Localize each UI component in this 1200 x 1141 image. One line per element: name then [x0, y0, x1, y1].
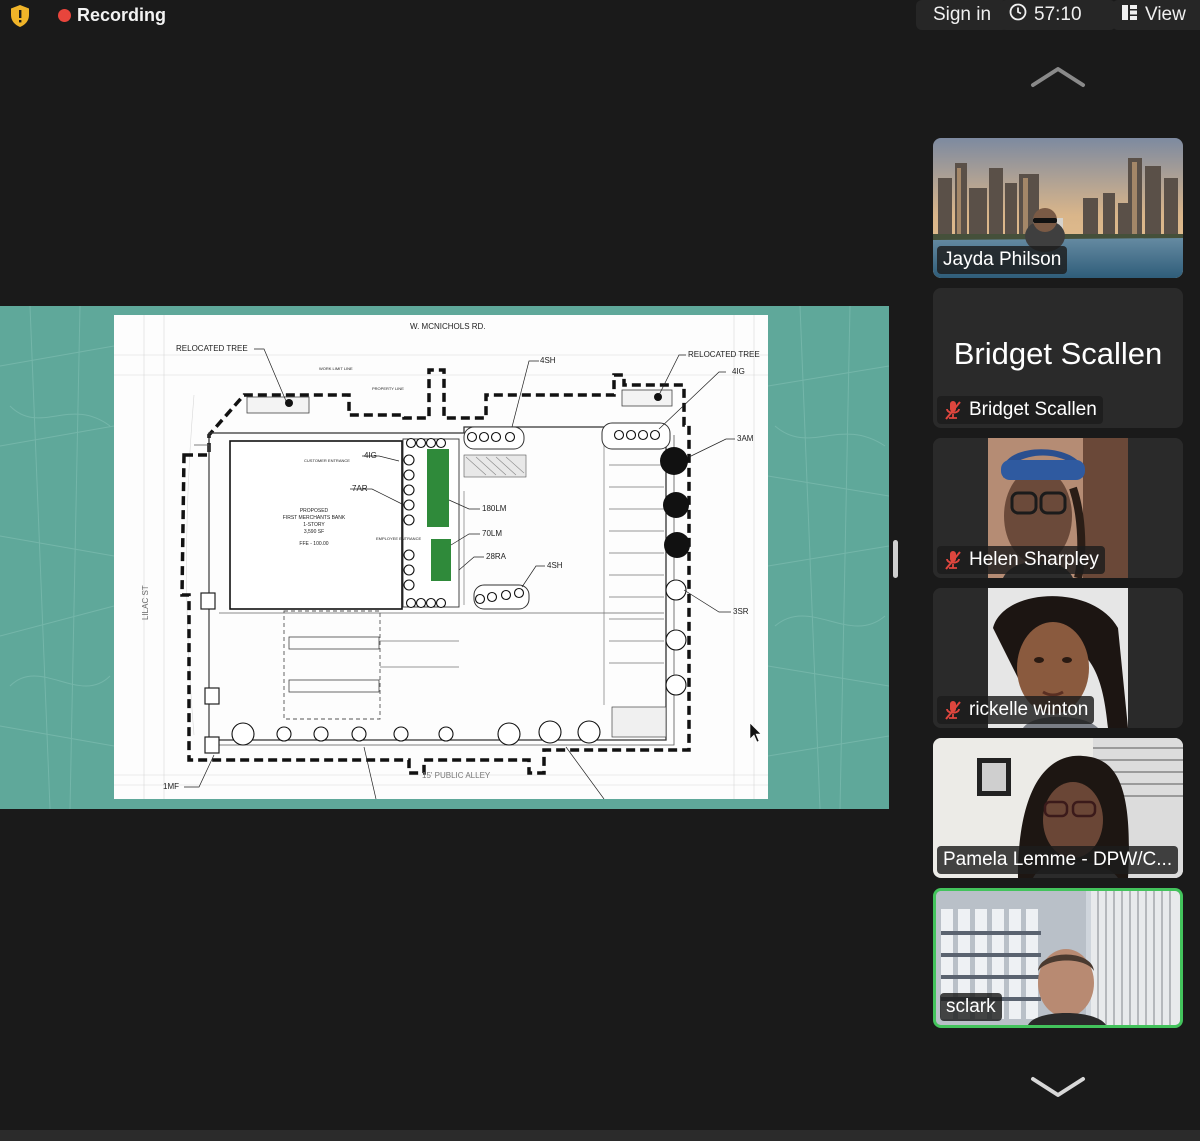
- plan-label-3am: 3AM: [737, 434, 754, 443]
- mic-muted-icon: [943, 399, 963, 421]
- participant-tile-rickelle[interactable]: rickelle winton: [933, 588, 1183, 728]
- plan-label-employee-entrance: EMPLOYEE ENTRANCE: [376, 536, 421, 541]
- plan-label-bank-4: 3,590 SF: [304, 529, 324, 535]
- plan-label-street: W. MCNICHOLS RD.: [410, 322, 486, 331]
- plan-label-bank-2: FIRST MERCHANTS BANK: [283, 515, 346, 521]
- participant-tile-helen[interactable]: Helen Sharpley: [933, 438, 1183, 578]
- view-button[interactable]: View: [1112, 0, 1200, 30]
- plan-label-relocated-tree-right: RELOCATED TREE: [688, 350, 760, 359]
- participant-name: Jayda Philson: [943, 249, 1062, 270]
- security-shield-icon[interactable]: [8, 4, 32, 28]
- participant-display-name: Bridget Scallen: [953, 336, 1163, 371]
- plan-label-alley: 15' PUBLIC ALLEY: [422, 771, 491, 780]
- clock-icon: [1009, 3, 1027, 27]
- plan-label-70lm: 70LM: [482, 529, 502, 538]
- plan-label-4sh-top: 4SH: [540, 356, 556, 365]
- plan-label-7ar: 7AR: [352, 484, 368, 493]
- participant-tile-sclark[interactable]: sclark: [933, 888, 1183, 1028]
- participant-name-tag: Pamela Lemme - DPW/C...: [937, 846, 1179, 874]
- participant-name: rickelle winton: [969, 699, 1089, 720]
- plan-label-bank-3: 1-STORY: [303, 522, 325, 528]
- timer-text: 57:10: [1034, 4, 1082, 25]
- view-label: View: [1145, 4, 1186, 25]
- shared-screen[interactable]: W. MCNICHOLS RD. RELOCATED TREE RELOCATE…: [0, 306, 889, 809]
- plan-label-work-limit-line: WORK LIMIT LINE: [319, 366, 353, 371]
- plan-label-4ig-left: 4IG: [364, 451, 377, 460]
- participant-name-tag: Jayda Philson: [937, 246, 1068, 274]
- participant-name-tag: sclark: [940, 993, 1002, 1021]
- view-layout-icon: [1121, 4, 1138, 27]
- participant-name: Helen Sharpley: [969, 549, 1099, 570]
- plan-label-property-line: PROPERTY LINE: [372, 386, 404, 391]
- site-plan-drawing: W. MCNICHOLS RD. RELOCATED TREE RELOCATE…: [114, 315, 768, 800]
- gallery-scroll-up-icon[interactable]: [1030, 66, 1086, 88]
- sign-in-button[interactable]: Sign in: [916, 0, 1008, 30]
- plan-label-ffe: FFE - 100.00: [299, 541, 328, 547]
- plan-label-4ig-right: 4IG: [732, 367, 745, 376]
- sign-in-label: Sign in: [932, 4, 992, 25]
- mic-muted-icon: [943, 549, 963, 571]
- participant-name: sclark: [946, 996, 996, 1017]
- recording-label: Recording: [77, 4, 167, 25]
- mic-muted-icon: [943, 699, 963, 721]
- participant-tile-jayda[interactable]: Jayda Philson: [933, 138, 1183, 278]
- gallery-scroll-down-icon[interactable]: [1030, 1076, 1086, 1098]
- plan-label-180lm: 180LM: [482, 504, 507, 513]
- plan-label-1mf: 1MF: [163, 782, 179, 791]
- participant-name: Bridget Scallen: [969, 399, 1097, 420]
- panel-resize-handle[interactable]: [893, 540, 898, 578]
- plan-label-relocated-tree-left: RELOCATED TREE: [176, 344, 248, 353]
- meeting-timer[interactable]: 57:10: [1000, 0, 1116, 30]
- recording-dot-icon: [58, 8, 71, 22]
- plan-label-bank-1: PROPOSED: [300, 508, 329, 514]
- recording-indicator[interactable]: Recording: [58, 4, 166, 26]
- participant-tile-pamela[interactable]: Pamela Lemme - DPW/C...: [933, 738, 1183, 878]
- plan-label-customer-entrance: CUSTOMER ENTRANCE: [304, 458, 350, 463]
- plan-label-3sr: 3SR: [733, 607, 749, 616]
- participant-name-tag: Bridget Scallen: [937, 396, 1103, 424]
- meeting-controls-bar[interactable]: [0, 1130, 1200, 1141]
- participant-tile-bridget[interactable]: Bridget Scallen Bridget Scallen: [933, 288, 1183, 428]
- participant-name-tag: Helen Sharpley: [937, 546, 1105, 574]
- participant-name: Pamela Lemme - DPW/C...: [943, 849, 1173, 870]
- plan-label-28ra: 28RA: [486, 552, 507, 561]
- plan-label-lilac: LILAC ST: [141, 585, 150, 620]
- participant-name-tag: rickelle winton: [937, 696, 1095, 724]
- site-plan-svg: W. MCNICHOLS RD. RELOCATED TREE RELOCATE…: [114, 315, 768, 800]
- plan-label-4sh-mid: 4SH: [547, 561, 563, 570]
